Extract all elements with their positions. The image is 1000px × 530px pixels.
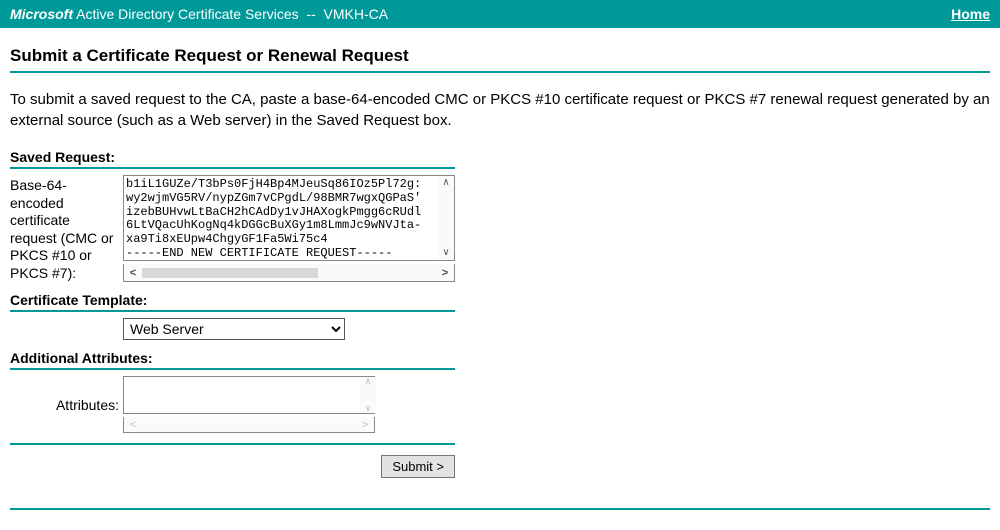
home-link[interactable]: Home	[951, 6, 990, 22]
attributes-heading: Additional Attributes:	[10, 350, 990, 368]
scroll-left-icon[interactable]: <	[124, 267, 142, 279]
template-label-spacer	[10, 318, 123, 320]
vertical-scrollbar[interactable]: ∧ ∨	[360, 377, 376, 413]
certificate-template-dropdown[interactable]: Web Server	[123, 318, 345, 340]
scroll-left-icon[interactable]: <	[124, 419, 142, 431]
scroll-thumb[interactable]	[142, 268, 318, 278]
scroll-right-icon[interactable]: >	[356, 419, 374, 431]
saved-request-section: Saved Request: Base-64-encoded certifica…	[10, 149, 990, 282]
divider	[10, 368, 455, 370]
scroll-up-icon[interactable]: ∧	[442, 176, 449, 190]
horizontal-scrollbar[interactable]: < >	[123, 264, 455, 282]
submit-button[interactable]: Submit >	[381, 455, 455, 478]
header-title: Microsoft Active Directory Certificate S…	[10, 6, 388, 22]
saved-request-heading: Saved Request:	[10, 149, 990, 167]
horizontal-scrollbar[interactable]: < >	[123, 417, 375, 433]
instructions: To submit a saved request to the CA, pas…	[10, 73, 990, 149]
attributes-textarea[interactable]	[123, 376, 375, 414]
page-title: Submit a Certificate Request or Renewal …	[10, 38, 990, 71]
template-section: Certificate Template: Web Server	[10, 292, 990, 340]
divider	[10, 443, 455, 445]
attributes-section: Additional Attributes: Attributes: ∧ ∨ <…	[10, 350, 990, 433]
template-heading: Certificate Template:	[10, 292, 990, 310]
scroll-right-icon[interactable]: >	[436, 267, 454, 279]
scroll-down-icon[interactable]: ∨	[365, 404, 372, 413]
header-bar: Microsoft Active Directory Certificate S…	[0, 0, 1000, 28]
scroll-down-icon[interactable]: ∨	[442, 246, 449, 260]
separator: --	[306, 6, 315, 22]
divider	[10, 167, 455, 169]
divider	[10, 310, 455, 312]
divider	[10, 508, 990, 510]
saved-request-label: Base-64-encoded certificate request (CMC…	[10, 175, 123, 282]
attributes-label: Attributes:	[10, 395, 123, 415]
ca-name: VMKH-CA	[324, 6, 389, 22]
vertical-scrollbar[interactable]: ∧ ∨	[438, 176, 454, 260]
brand: Microsoft	[10, 6, 73, 22]
saved-request-textarea[interactable]	[123, 175, 455, 261]
service-name: Active Directory Certificate Services	[76, 6, 299, 22]
scroll-up-icon[interactable]: ∧	[365, 377, 372, 386]
